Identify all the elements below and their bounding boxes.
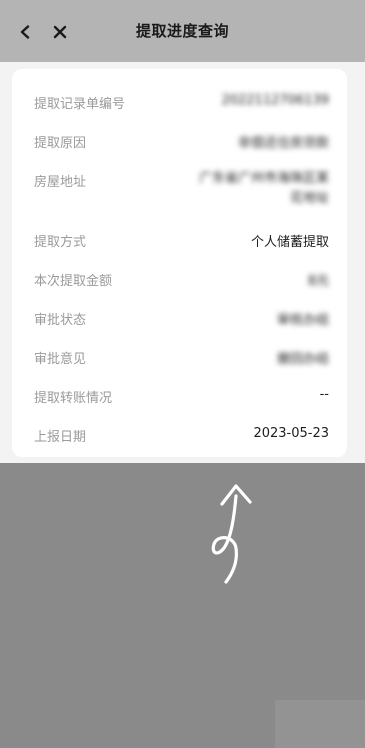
row-value: 广东省广州市海珠区某 花地址 (198, 171, 329, 206)
row-label: 审批状态 (34, 313, 87, 328)
content-sheet: 提取记录单编号 2022112706139 提取原因 非偿还住房贷款 房屋地址 … (0, 62, 365, 463)
row-label: 上报日期 (34, 430, 87, 445)
row-value: 2023-05-23 (253, 426, 329, 441)
row-label: 提取记录单编号 (34, 97, 126, 112)
top-navigation-bar: 提取进度查询 (0, 0, 365, 62)
row-label: 提取转账情况 (34, 391, 113, 406)
row-label: 审批意见 (34, 352, 87, 367)
row-value: 2022112706139 (221, 93, 329, 108)
row-label: 提取原因 (34, 136, 87, 151)
row-value: 8元 (307, 274, 329, 289)
bottom-corner-shade (275, 700, 365, 748)
row-label: 提取方式 (34, 235, 87, 250)
row-value: 非偿还住房贷款 (237, 136, 329, 151)
row-label: 本次提取金额 (34, 274, 113, 289)
row-value: 个人储蓄提取 (250, 235, 329, 250)
row-value: 审核办结 (276, 313, 329, 328)
row-label: 房屋地址 (34, 175, 87, 190)
record-card: 提取记录单编号 2022112706139 提取原因 非偿还住房贷款 房屋地址 … (12, 69, 347, 457)
row-value: 撤回办结 (276, 352, 329, 367)
row-value: -- (319, 387, 329, 402)
page-title: 提取进度查询 (135, 22, 229, 40)
swipe-up-arrow-icon (211, 484, 252, 584)
